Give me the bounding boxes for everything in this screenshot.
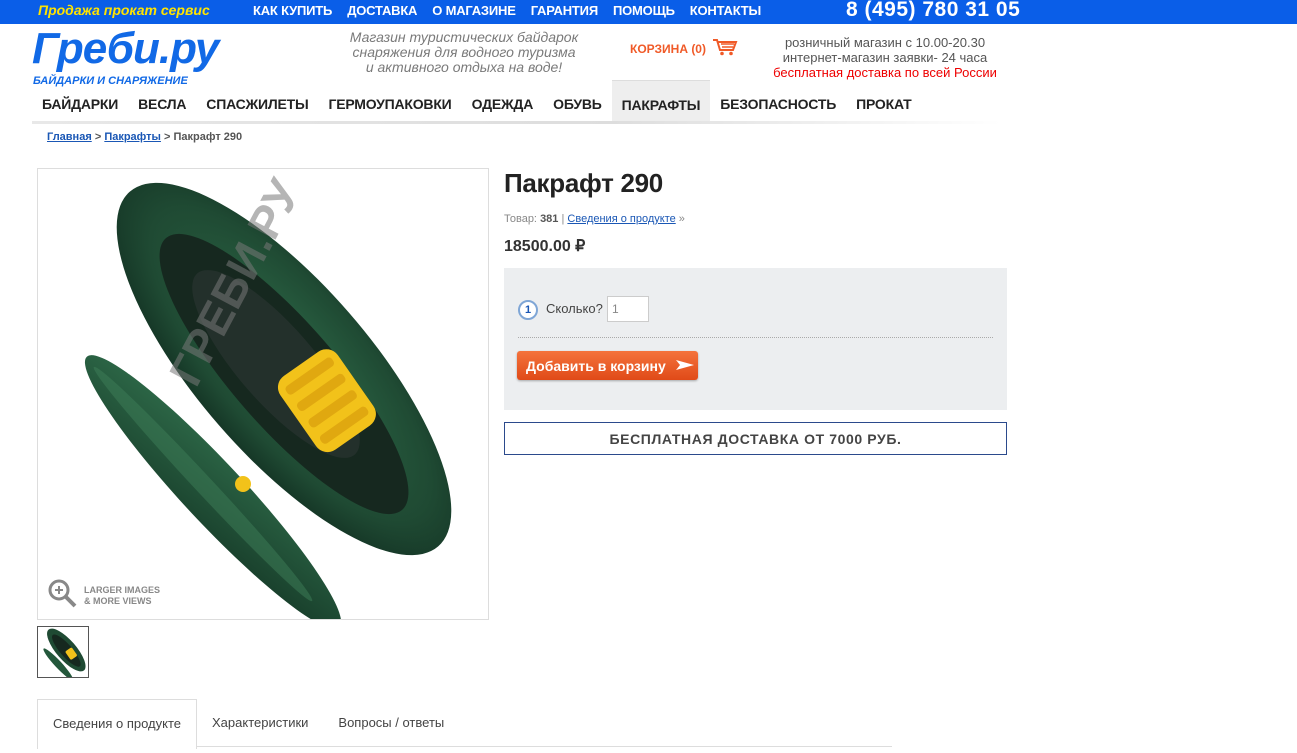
quantity-label: Сколько? — [546, 301, 603, 316]
nav-item-clothing[interactable]: ОДЕЖДА — [462, 80, 544, 122]
cart-icon — [712, 38, 738, 59]
top-bar: Продажа прокат сервис КАК КУПИТЬ ДОСТАВК… — [0, 0, 1297, 24]
slogan: Магазин туристических байдарок снаряжени… — [336, 30, 592, 75]
nav-divider — [32, 121, 1002, 124]
tab-specs[interactable]: Характеристики — [197, 699, 323, 749]
breadcrumb-category[interactable]: Пакрафты — [104, 131, 161, 143]
top-link-delivery[interactable]: ДОСТАВКА — [347, 3, 417, 18]
divider — [518, 337, 993, 338]
product-tabs: Сведения о продукте Характеристики Вопро… — [37, 699, 459, 753]
product-title: Пакрафт 290 — [504, 168, 663, 198]
zoom-link[interactable]: LARGER IMAGES & MORE VIEWS — [46, 577, 160, 614]
store-info: розничный магазин с 10.00-20.30 интернет… — [772, 35, 998, 80]
main-nav: БАЙДАРКИ ВЕСЛА СПАСЖИЛЕТЫ ГЕРМОУПАКОВКИ … — [32, 80, 1002, 122]
nav-item-rental[interactable]: ПРОКАТ — [846, 80, 921, 122]
product-meta: Товар: 381 | Сведения о продукте » — [504, 213, 685, 225]
slogan-line: снаряжения для водного туризма — [352, 44, 576, 60]
cart-link[interactable]: КОРЗИНА (0) — [630, 38, 738, 59]
arrow-right-icon — [675, 358, 694, 374]
slogan-line: и активного отдыха на воде! — [365, 59, 563, 75]
product-image[interactable]: ГРЕБИ.РУ LARGER IMAGES & MORE VIEWS — [37, 168, 489, 620]
product-details-link[interactable]: Сведения о продукте — [567, 213, 675, 225]
top-nav: КАК КУПИТЬ ДОСТАВКА О МАГАЗИНЕ ГАРАНТИЯ … — [253, 3, 761, 18]
zoom-icon — [46, 577, 78, 614]
nav-item-safety[interactable]: БЕЗОПАСНОСТЬ — [710, 80, 846, 122]
sku-label: Товар: — [504, 213, 537, 225]
nav-item-footwear[interactable]: ОБУВЬ — [543, 80, 612, 122]
top-link-contacts[interactable]: КОНТАКТЫ — [690, 3, 761, 18]
step-badge: 1 — [518, 300, 538, 320]
add-to-cart-label: Добавить в корзину — [526, 357, 666, 374]
zoom-line: LARGER IMAGES — [84, 584, 161, 595]
buy-box: 1 Сколько? Добавить в корзину — [504, 268, 1007, 410]
top-link-help[interactable]: ПОМОЩЬ — [613, 3, 675, 18]
slogan-line: Магазин туристических байдарок — [349, 29, 579, 45]
online-hours: интернет-магазин заявки- 24 часа — [782, 50, 988, 65]
tab-divider — [196, 746, 892, 747]
store-hours: розничный магазин с 10.00-20.30 — [784, 35, 986, 50]
nav-item-paddles[interactable]: ВЕСЛА — [128, 80, 196, 122]
tagline[interactable]: Продажа прокат сервис — [38, 2, 210, 18]
breadcrumb: Главная > Пакрафты > Пакрафт 290 — [47, 131, 242, 143]
breadcrumb-current: Пакрафт 290 — [173, 131, 243, 143]
cart-label: КОРЗИНА (0) — [630, 41, 706, 56]
free-shipping-banner: БЕСПЛАТНАЯ ДОСТАВКА ОТ 7000 РУБ. — [504, 422, 1007, 455]
product-thumbnail[interactable] — [37, 626, 89, 678]
breadcrumb-sep: > — [164, 131, 171, 143]
quantity-input[interactable] — [607, 296, 649, 322]
top-link-about[interactable]: О МАГАЗИНЕ — [432, 3, 516, 18]
tab-details[interactable]: Сведения о продукте — [37, 699, 198, 749]
details-arrow: » — [678, 213, 685, 225]
tab-qa[interactable]: Вопросы / ответы — [323, 699, 459, 749]
zoom-text: LARGER IMAGES & MORE VIEWS — [84, 585, 160, 607]
meta-sep: | — [561, 213, 565, 225]
nav-item-kayaks[interactable]: БАЙДАРКИ — [32, 80, 128, 122]
product-price: 18500.00 ₽ — [504, 238, 586, 255]
thumbnail-image — [43, 628, 86, 677]
site-logo[interactable]: Греби.ру — [32, 24, 219, 74]
nav-item-packrafts[interactable]: ПАКРАФТЫ — [611, 80, 711, 122]
free-delivery-note: бесплатная доставка по всей России — [773, 65, 997, 80]
breadcrumb-home[interactable]: Главная — [47, 131, 92, 143]
zoom-line: & MORE VIEWS — [84, 595, 152, 606]
top-link-how-to-buy[interactable]: КАК КУПИТЬ — [253, 3, 332, 18]
phone-number: 8 (495) 780 31 05 — [846, 0, 1021, 21]
nav-item-drybags[interactable]: ГЕРМОУПАКОВКИ — [318, 80, 461, 122]
nav-item-lifejackets[interactable]: СПАСЖИЛЕТЫ — [196, 80, 318, 122]
top-link-warranty[interactable]: ГАРАНТИЯ — [531, 3, 598, 18]
breadcrumb-sep: > — [94, 131, 102, 143]
add-to-cart-button[interactable]: Добавить в корзину — [517, 351, 698, 380]
sku-value: 381 — [540, 213, 559, 225]
